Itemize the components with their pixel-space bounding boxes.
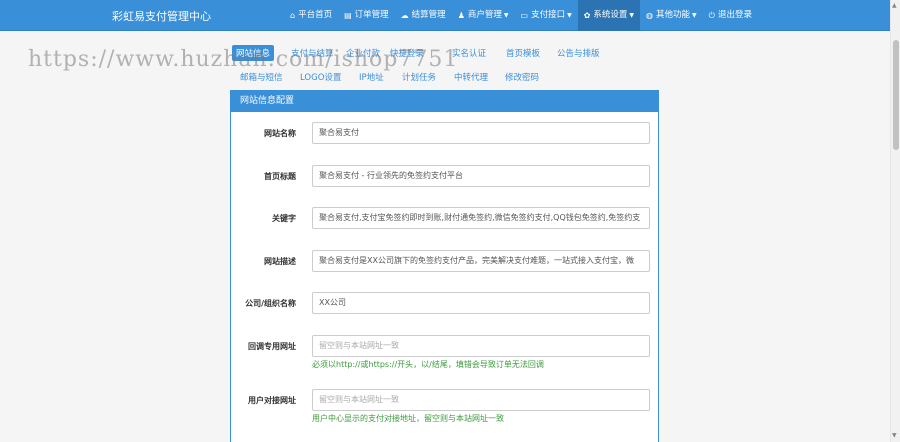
keywords-input[interactable]: 聚合易支付,支付宝免签约即时到账,财付通免签约,微信免签约支付,QQ钱包免签约,…	[312, 207, 650, 229]
nav-settlement[interactable]: ☁ 结算管理	[395, 0, 452, 31]
nav-system-settings[interactable]: ✿ 系统设置 ▼	[577, 0, 641, 31]
nav-orders-label: 订单管理	[354, 10, 389, 20]
tab-quick-login[interactable]: 快捷登录	[390, 47, 424, 59]
chevron-down-icon: ▼	[503, 12, 509, 19]
power-icon: ⏻	[708, 11, 715, 20]
user-api-url-help: 用户中心显示的支付对接地址，留空则与本站网址一致	[312, 414, 504, 423]
tab-payment-settlement[interactable]: 支付与结算	[291, 47, 334, 59]
nav-other-functions-label: 其他功能	[656, 10, 691, 20]
tab-notice-layout[interactable]: 公告与排版	[557, 47, 600, 59]
home-title-label: 首页标题	[264, 172, 296, 181]
scroll-thumb[interactable]	[893, 40, 899, 150]
tab-enterprise-payment[interactable]: 企业付款	[346, 47, 380, 59]
company-name-label: 公司/组织名称	[245, 299, 296, 308]
nav-other-functions[interactable]: ◍ 其他功能 ▼	[640, 0, 703, 31]
tab-ip-address[interactable]: IP地址	[359, 71, 384, 83]
cloud-icon: ☁	[400, 11, 409, 20]
site-name-input[interactable]: 聚合易支付	[312, 122, 650, 144]
list-icon: ▤	[344, 11, 352, 20]
brand-title[interactable]: 彩虹易支付管理中心	[112, 8, 211, 24]
panel-heading: 网站信息配置	[231, 91, 658, 112]
nav-payment-interface-label: 支付接口	[531, 10, 566, 20]
tab-homepage-template[interactable]: 首页模板	[506, 47, 540, 59]
tab-change-password[interactable]: 修改密码	[505, 71, 539, 83]
company-name-input[interactable]: XX公司	[312, 292, 650, 314]
site-name-label: 网站名称	[264, 129, 296, 138]
nav-system-settings-label: 系统设置	[593, 10, 628, 20]
callback-url-input[interactable]: 留空则与本站网址一致	[312, 335, 650, 357]
nav-merchants[interactable]: ♟ 商户管理 ▼	[452, 0, 515, 31]
callback-url-label: 回调专用网址	[248, 342, 296, 351]
tab-logo-settings[interactable]: LOGO设置	[300, 71, 341, 83]
nav-home-label: 平台首页	[298, 10, 333, 20]
description-label: 网站描述	[264, 257, 296, 266]
nav-home[interactable]: ⌂ 平台首页	[284, 0, 338, 31]
nav-logout[interactable]: ⏻ 退出登录	[703, 0, 758, 31]
user-api-url-input[interactable]: 留空则与本站网址一致	[312, 389, 650, 411]
tab-email-sms[interactable]: 邮箱与短信	[240, 71, 283, 83]
home-title-input[interactable]: 聚合易支付 - 行业领先的免签约支付平台	[312, 165, 650, 187]
scroll-down-icon[interactable]: ▼	[892, 432, 897, 439]
user-api-url-label: 用户对接网址	[248, 396, 296, 405]
tab-real-name-auth[interactable]: 实名认证	[452, 47, 486, 59]
site-info-panel: 网站信息配置 网站名称 聚合易支付 首页标题 聚合易支付 - 行业领先的免签约支…	[230, 90, 659, 442]
scroll-up-icon[interactable]: ▲	[892, 2, 897, 9]
nav-menu: ⌂ 平台首页 ▤ 订单管理 ☁ 结算管理 ♟ 商户管理 ▼ ▭ 支付接口 ▼ ✿ 系统设置 ▼ ◍…	[284, 0, 758, 31]
description-input[interactable]: 聚合易支付是XX公司旗下的免签约支付产品，完美解决支付难题，一站式接入支付宝，微	[312, 250, 650, 272]
chevron-down-icon: ▼	[629, 12, 635, 19]
user-icon: ♟	[457, 11, 465, 20]
tab-scheduled-tasks[interactable]: 计划任务	[402, 71, 436, 83]
chevron-down-icon: ▼	[692, 12, 697, 19]
nav-settlement-label: 结算管理	[411, 10, 446, 20]
page-scrollbar[interactable]: ▲ ▼	[890, 0, 900, 442]
keywords-label: 关键字	[272, 214, 296, 223]
nav-payment-interface[interactable]: ▭ 支付接口 ▼	[515, 0, 578, 31]
nav-logout-label: 退出登录	[718, 10, 753, 20]
top-navbar: 彩虹易支付管理中心 ⌂ 平台首页 ▤ 订单管理 ☁ 结算管理 ♟ 商户管理 ▼ ▭ 支付接口…	[0, 0, 890, 31]
nav-merchants-label: 商户管理	[467, 10, 502, 20]
callback-url-help: 必须以http://或https://开头，以/结尾，填错会导致订单无法回调	[312, 360, 544, 369]
globe-icon: ◍	[646, 11, 654, 20]
home-icon: ⌂	[290, 11, 296, 20]
card-icon: ▭	[520, 11, 529, 20]
nav-orders[interactable]: ▤ 订单管理	[338, 0, 395, 31]
gear-icon: ✿	[583, 11, 591, 20]
tab-site-info[interactable]: 网站信息	[232, 45, 275, 61]
tab-relay-proxy[interactable]: 中转代理	[454, 71, 488, 83]
chevron-down-icon: ▼	[567, 12, 572, 19]
